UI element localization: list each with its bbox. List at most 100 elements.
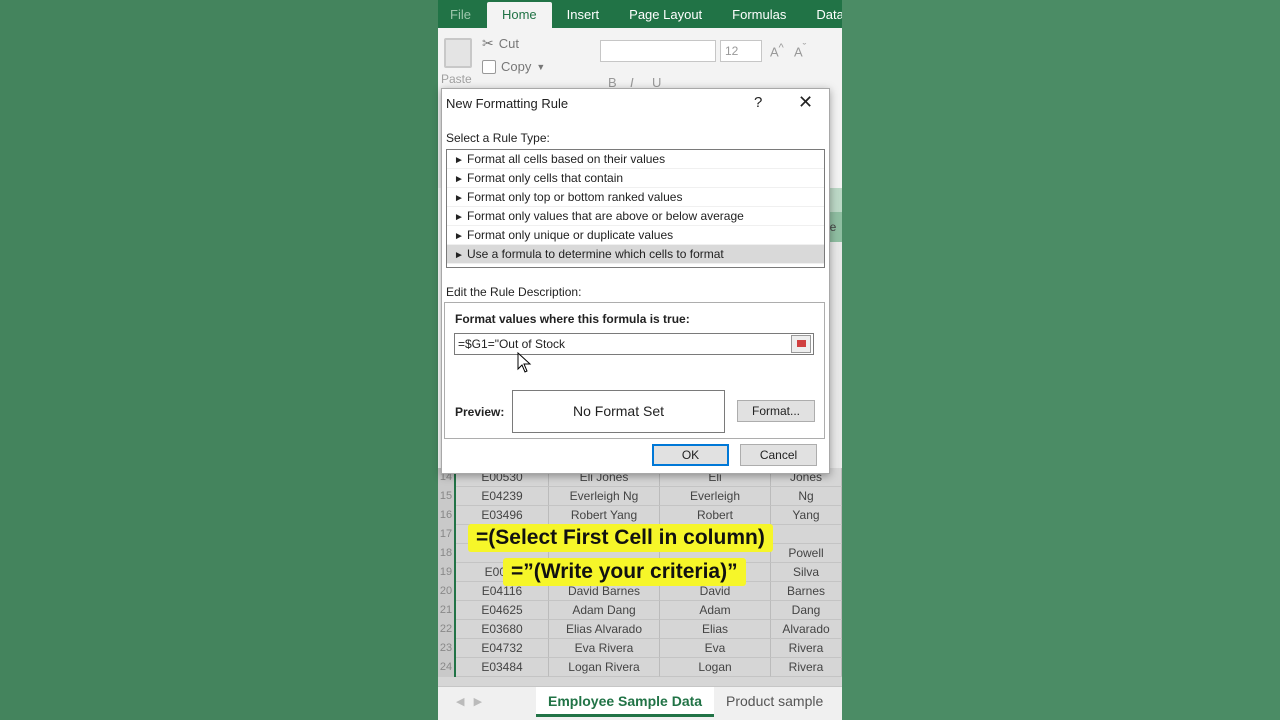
cell-last-name[interactable]: Ng — [771, 487, 842, 506]
close-icon[interactable]: ✕ — [798, 92, 813, 113]
format-button[interactable]: Format... — [737, 400, 815, 422]
cell-first-name[interactable]: Eva — [660, 639, 771, 658]
cell-last-name[interactable]: Dang — [771, 601, 842, 620]
row-number[interactable]: 16 — [438, 506, 456, 525]
cell-first-name[interactable]: Logan — [660, 658, 771, 677]
cell-id[interactable]: E04732 — [456, 639, 549, 658]
cut-button[interactable]: ✂ Cut — [482, 35, 519, 52]
cell-last-name[interactable]: Rivera — [771, 658, 842, 677]
arrow-right-icon: ► — [454, 231, 464, 242]
tab-home[interactable]: Home — [486, 2, 552, 28]
cell-full-name[interactable]: Adam Dang — [549, 601, 660, 620]
cell-full-name[interactable]: Logan Rivera — [549, 658, 660, 677]
cancel-button[interactable]: Cancel — [740, 444, 817, 466]
arrow-right-icon: ► — [454, 250, 464, 261]
formula-value: =$G1="Out of Stock — [458, 337, 565, 351]
table-row[interactable]: 24 E03484 Logan Rivera Logan Rivera — [438, 658, 842, 677]
row-number[interactable]: 21 — [438, 601, 456, 620]
row-number[interactable]: 23 — [438, 639, 456, 658]
row-number[interactable]: 20 — [438, 582, 456, 601]
tab-data[interactable]: Data — [801, 0, 842, 28]
table-row[interactable]: 15 E04239 Everleigh Ng Everleigh Ng — [438, 487, 842, 506]
table-row[interactable]: 16 E03496 Robert Yang Robert Yang — [438, 506, 842, 525]
rule-type-item[interactable]: ► Format only unique or duplicate values — [447, 226, 824, 245]
caption-line-2: =”(Write your criteria)” — [503, 558, 746, 586]
cell-full-name[interactable]: Robert Yang — [549, 506, 660, 525]
ok-button[interactable]: OK — [652, 444, 729, 466]
chevron-down-icon: ▼ — [536, 61, 546, 72]
rule-type-label: Format only values that are above or bel… — [467, 209, 744, 223]
cell-last-name[interactable]: Powell — [771, 544, 842, 563]
arrow-right-icon: ► — [454, 212, 464, 223]
rule-type-item-selected[interactable]: ► Use a formula to determine which cells … — [447, 245, 824, 264]
cell-id[interactable]: E04239 — [456, 487, 549, 506]
row-number[interactable]: 15 — [438, 487, 456, 506]
tab-insert[interactable]: Insert — [552, 0, 615, 28]
scissors-icon: ✂ — [482, 35, 494, 51]
cell-full-name[interactable]: Eva Rivera — [549, 639, 660, 658]
cut-label: Cut — [498, 36, 519, 51]
sheet-nav-arrows-icon[interactable]: ◀ ▶ — [456, 695, 482, 708]
increase-font-icon[interactable]: A^ — [770, 42, 784, 59]
help-icon[interactable]: ? — [754, 94, 762, 111]
cell-last-name[interactable]: Alvarado — [771, 620, 842, 639]
cell-first-name[interactable]: Adam — [660, 601, 771, 620]
rule-type-label: Format only cells that contain — [467, 171, 624, 185]
cell-first-name[interactable]: Robert — [660, 506, 771, 525]
cell-first-name[interactable]: Everleigh — [660, 487, 771, 506]
table-row[interactable]: 22 E03680 Elias Alvarado Elias Alvarado — [438, 620, 842, 639]
cell-last-name[interactable]: Barnes — [771, 582, 842, 601]
row-number[interactable]: 24 — [438, 658, 456, 677]
rule-type-item[interactable]: ► Format only cells that contain — [447, 169, 824, 188]
cell-full-name[interactable]: Elias Alvarado — [549, 620, 660, 639]
rule-type-label: Format only unique or duplicate values — [467, 228, 674, 242]
mouse-cursor-icon — [517, 352, 532, 373]
rule-description-panel: Format values where this formula is true… — [444, 302, 825, 439]
copy-icon — [482, 59, 496, 74]
rule-type-item[interactable]: ► Format only values that are above or be… — [447, 207, 824, 226]
preview-label: Preview: — [455, 405, 505, 419]
rule-type-label: Format only top or bottom ranked values — [467, 190, 683, 204]
tab-formulas[interactable]: Formulas — [717, 0, 801, 28]
arrow-right-icon: ► — [454, 155, 464, 166]
preview-box: No Format Set — [512, 390, 725, 433]
rule-type-item[interactable]: ► Format all cells based on their values — [447, 150, 824, 169]
rule-type-item[interactable]: ► Format only top or bottom ranked values — [447, 188, 824, 207]
row-number[interactable]: 22 — [438, 620, 456, 639]
formula-input[interactable]: =$G1="Out of Stock — [454, 333, 814, 355]
rule-type-list[interactable]: ► Format all cells based on their values … — [446, 149, 825, 268]
cell-id[interactable]: E03496 — [456, 506, 549, 525]
cell-full-name[interactable]: Everleigh Ng — [549, 487, 660, 506]
cell-id[interactable]: E04625 — [456, 601, 549, 620]
rule-type-label: Format all cells based on their values — [467, 152, 666, 166]
row-number[interactable]: 19 — [438, 563, 456, 582]
decrease-font-icon[interactable]: Aˇ — [794, 42, 806, 59]
cell-last-name[interactable]: Rivera — [771, 639, 842, 658]
select-rule-type-label: Select a Rule Type: — [446, 131, 550, 145]
font-size-input[interactable]: 12 — [720, 40, 762, 62]
arrow-right-icon: ► — [454, 174, 464, 185]
tab-file[interactable]: File — [438, 0, 487, 28]
sheet-tab-product-sample[interactable]: Product sample — [714, 687, 835, 717]
background-right — [842, 0, 1280, 720]
table-row[interactable]: 23 E04732 Eva Rivera Eva Rivera — [438, 639, 842, 658]
new-formatting-rule-dialog: New Formatting Rule ? ✕ Select a Rule Ty… — [441, 88, 830, 474]
paste-label[interactable]: Paste — [441, 72, 472, 86]
cell-first-name[interactable]: Elias — [660, 620, 771, 639]
paste-icon[interactable] — [444, 38, 472, 68]
cell-last-name[interactable] — [771, 525, 842, 544]
row-number[interactable]: 18 — [438, 544, 456, 563]
row-number[interactable]: 17 — [438, 525, 456, 544]
tab-page-layout[interactable]: Page Layout — [614, 0, 717, 28]
sheet-tab-bar: ◀ ▶ Employee Sample Data Product sample — [438, 686, 842, 720]
cell-last-name[interactable]: Silva — [771, 563, 842, 582]
font-name-input[interactable] — [600, 40, 716, 62]
copy-button[interactable]: Copy ▼ — [482, 59, 545, 74]
cell-id[interactable]: E03680 — [456, 620, 549, 639]
sheet-tab-employee-sample-data[interactable]: Employee Sample Data — [536, 687, 715, 717]
cell-last-name[interactable]: Yang — [771, 506, 842, 525]
range-selector-icon[interactable] — [791, 335, 811, 353]
table-row[interactable]: 21 E04625 Adam Dang Adam Dang — [438, 601, 842, 620]
cell-id[interactable]: E03484 — [456, 658, 549, 677]
formula-label: Format values where this formula is true… — [455, 312, 690, 326]
